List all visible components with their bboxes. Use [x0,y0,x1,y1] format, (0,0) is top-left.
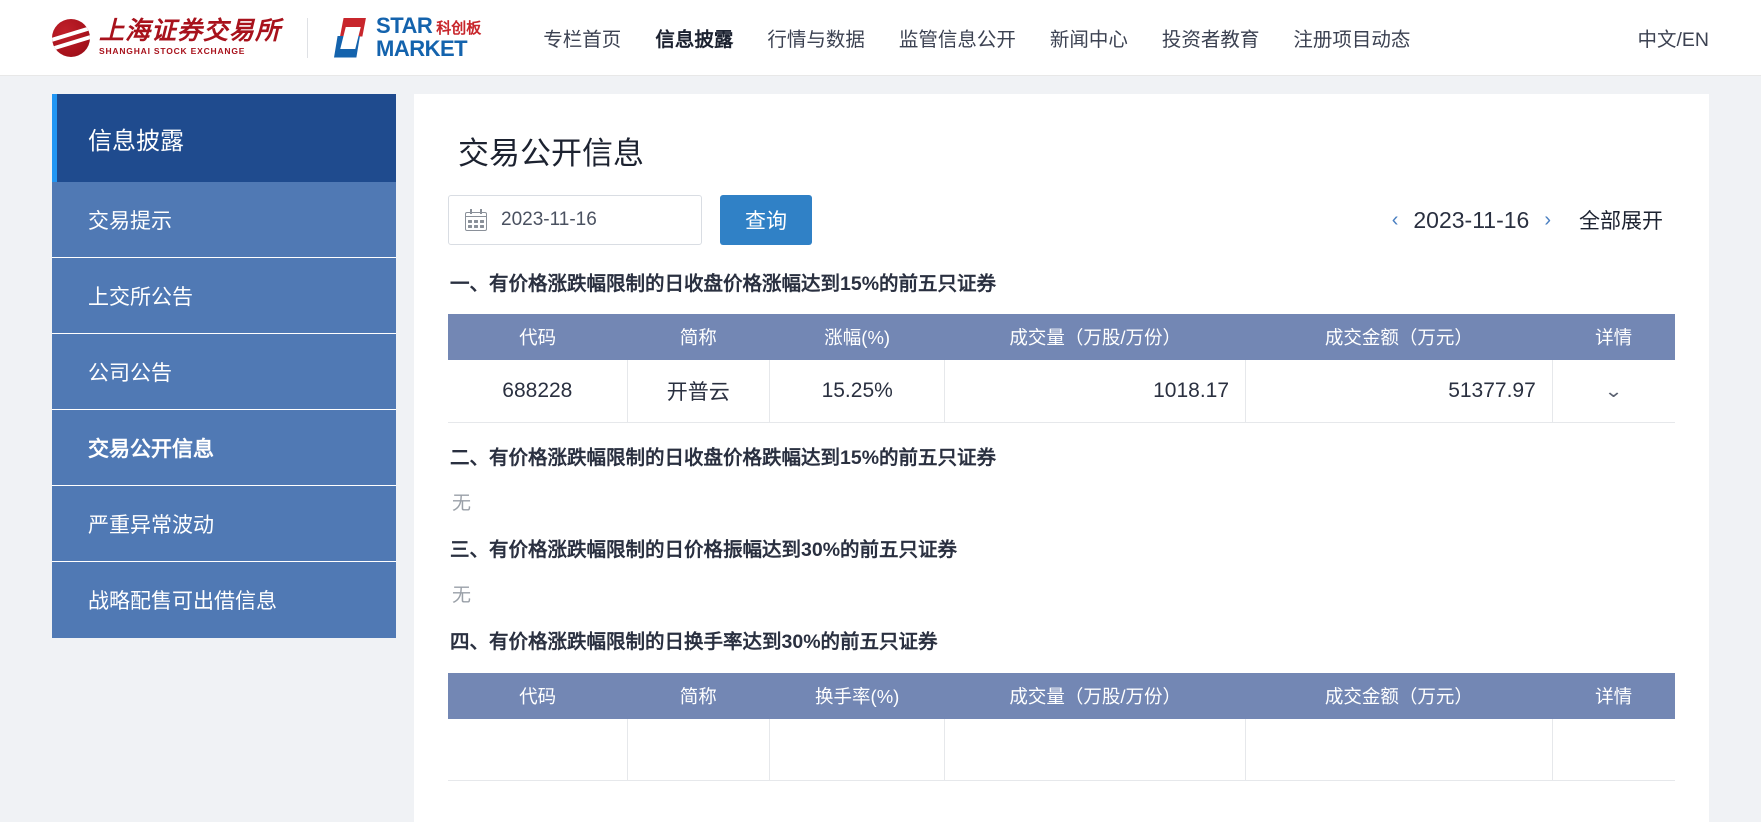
calendar-icon [465,209,487,231]
main-panel: 交易公开信息 2023-11-16 查询 ‹ 2023-11-16 › 全部展开 [414,94,1709,822]
section-title-1: 一、有价格涨跌幅限制的日收盘价格涨幅达到15%的前五只证券 [450,273,997,295]
logo-divider [307,17,309,58]
query-button[interactable]: 查询 [720,195,812,245]
query-toolbar: 2023-11-16 查询 ‹ 2023-11-16 › 全部展开 [448,195,1675,245]
section-title-3: 三、有价格涨跌幅限制的日价格振幅达到30%的前五只证券 [450,539,958,562]
current-date-label: 2023-11-16 [1413,206,1530,233]
sidebar-item-trading-public-info[interactable]: 交易公开信息 [52,410,396,486]
star-market-logo[interactable]: STAR 科创板 MARKET [334,13,482,61]
nav-item-home[interactable]: 专栏首页 [543,19,621,56]
nav-item-news[interactable]: 新闻中心 [1050,19,1128,56]
cell-code [448,718,628,782]
nav-item-disclosure[interactable]: 信息披露 [655,19,733,56]
table-row[interactable] [448,718,1675,782]
site-header: 上海证券交易所 SHANGHAI STOCK EXCHANGE STAR 科创板… [0,0,1761,76]
col-header-detail: 详情 [1552,672,1675,719]
date-navigation-group: ‹ 2023-11-16 › 全部展开 [1392,205,1675,235]
col-header-turnover: 换手率(%) [769,672,945,719]
sidebar-item-abnormal-fluctuation[interactable]: 严重异常波动 [52,486,396,562]
main-nav: 专栏首页 信息披露 行情与数据 监管信息公开 新闻中心 投资者教育 注册项目动态 [543,19,1637,56]
col-header-volume: 成交量（万股/万份） [944,672,1246,719]
cell-code: 688228 [448,360,628,423]
cell-change: 15.25% [769,360,946,423]
cell-amount: 51377.97 [1245,360,1553,423]
col-header-code: 代码 [448,314,628,361]
cell-name: 开普云 [627,360,770,423]
sidebar: 信息披露 交易提示 上交所公告 公司公告 交易公开信息 严重异常波动 战略配售可… [52,94,396,822]
cell-turnover [769,718,946,782]
star-logo-word1: STAR [376,13,433,39]
cell-name [627,718,770,782]
cell-detail[interactable]: ⌄ [1552,360,1675,423]
sidebar-item-trading-tips[interactable]: 交易提示 [52,182,396,258]
table-header-row: 代码 简称 换手率(%) 成交量（万股/万份） 成交金额（万元） 详情 [448,672,1675,719]
section-table-1: 代码 简称 涨幅(%) 成交量（万股/万份） 成交金额（万元） 详情 68822… [448,314,1675,423]
language-switcher[interactable]: 中文/EN [1637,23,1709,52]
star-logo-cn: 科创板 [436,20,482,38]
col-header-name: 简称 [627,314,770,361]
section-title-4: 四、有价格涨跌幅限制的日换手率达到30%的前五只证券 [450,631,938,654]
logo-group: 上海证券交易所 SHANGHAI STOCK EXCHANGE STAR 科创板… [52,13,482,61]
page-body: 信息披露 交易提示 上交所公告 公司公告 交易公开信息 严重异常波动 战略配售可… [0,76,1761,822]
page-title: 交易公开信息 [458,136,644,171]
nav-item-registration[interactable]: 注册项目动态 [1293,19,1410,56]
date-input[interactable]: 2023-11-16 [448,195,702,245]
cell-detail[interactable] [1552,718,1675,782]
col-header-change: 涨幅(%) [769,314,945,361]
sidebar-item-company-announcements[interactable]: 公司公告 [52,334,396,410]
cell-volume [944,718,1247,782]
cell-volume: 1018.17 [944,360,1247,423]
next-day-icon[interactable]: › [1544,210,1551,230]
section-title-2: 二、有价格涨跌幅限制的日收盘价格跌幅达到15%的前五只证券 [450,446,997,469]
section-table-4: 代码 简称 换手率(%) 成交量（万股/万份） 成交金额（万元） 详情 [448,672,1675,782]
prev-day-icon[interactable]: ‹ [1392,210,1399,230]
col-header-amount: 成交金额（万元） [1245,672,1553,719]
date-input-value: 2023-11-16 [501,209,597,230]
sse-logo-cn: 上海证券交易所 [99,18,282,46]
cell-amount [1245,718,1553,782]
nav-item-investor-education[interactable]: 投资者教育 [1162,19,1260,56]
sse-logo-icon [52,18,90,57]
section-empty-3: 无 [452,585,472,607]
star-logo-word2: MARKET [376,35,468,61]
table-header-row: 代码 简称 涨幅(%) 成交量（万股/万份） 成交金额（万元） 详情 [448,314,1675,361]
col-header-detail: 详情 [1552,314,1675,361]
star-market-icon [334,17,368,58]
sse-logo[interactable]: 上海证券交易所 SHANGHAI STOCK EXCHANGE [52,18,282,57]
col-header-volume: 成交量（万股/万份） [944,314,1246,361]
nav-item-regulatory[interactable]: 监管信息公开 [899,19,1016,56]
col-header-amount: 成交金额（万元） [1245,314,1553,361]
sidebar-item-sse-announcements[interactable]: 上交所公告 [52,258,396,334]
chevron-down-icon[interactable]: ⌄ [1604,381,1623,402]
sidebar-title: 信息披露 [52,94,396,182]
col-header-name: 简称 [627,672,770,719]
table-row[interactable]: 688228 开普云 15.25% 1018.17 51377.97 ⌄ [448,360,1675,423]
col-header-code: 代码 [448,672,628,719]
date-navigation: ‹ 2023-11-16 › [1392,207,1551,234]
nav-item-market-data[interactable]: 行情与数据 [767,19,865,56]
section-empty-2: 无 [452,493,472,515]
sse-logo-en: SHANGHAI STOCK EXCHANGE [99,46,246,57]
sidebar-item-strategic-placement[interactable]: 战略配售可出借信息 [52,562,396,638]
expand-all-button[interactable]: 全部展开 [1579,205,1663,235]
